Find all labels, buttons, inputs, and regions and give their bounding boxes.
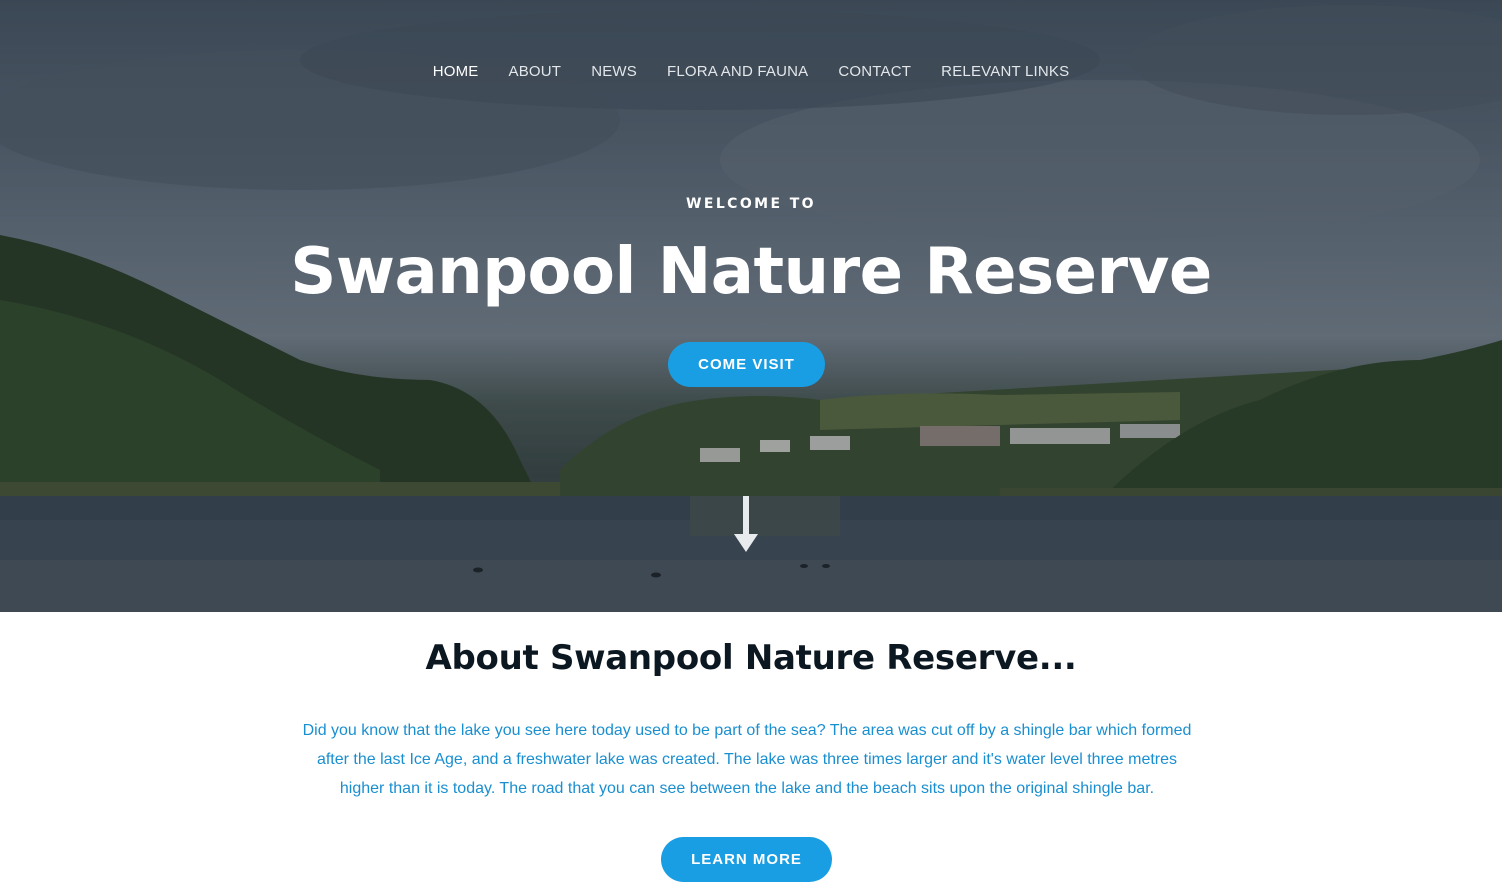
nav-item-relevant-links[interactable]: RELEVANT LINKS: [941, 62, 1069, 82]
hero-welcome-text: WELCOME TO: [686, 196, 816, 212]
nav-item-flora-and-fauna[interactable]: FLORA AND FAUNA: [667, 62, 808, 82]
hero-title: Swanpool Nature Reserve: [290, 235, 1212, 309]
hero-section: HOME ABOUT NEWS FLORA AND FAUNA CONTACT …: [0, 0, 1502, 612]
nav-item-news[interactable]: NEWS: [591, 62, 637, 82]
nav-item-about[interactable]: ABOUT: [509, 62, 562, 82]
come-visit-button[interactable]: COME VISIT: [668, 342, 825, 387]
learn-more-button[interactable]: LEARN MORE: [661, 837, 832, 882]
main-navigation: HOME ABOUT NEWS FLORA AND FAUNA CONTACT …: [0, 62, 1502, 82]
about-body-text: Did you know that the lake you see here …: [302, 722, 1192, 797]
arrow-down-icon[interactable]: [732, 496, 760, 554]
nav-item-contact[interactable]: CONTACT: [838, 62, 911, 82]
about-heading: About Swanpool Nature Reserve...: [425, 638, 1077, 678]
nav-item-home[interactable]: HOME: [433, 62, 479, 82]
